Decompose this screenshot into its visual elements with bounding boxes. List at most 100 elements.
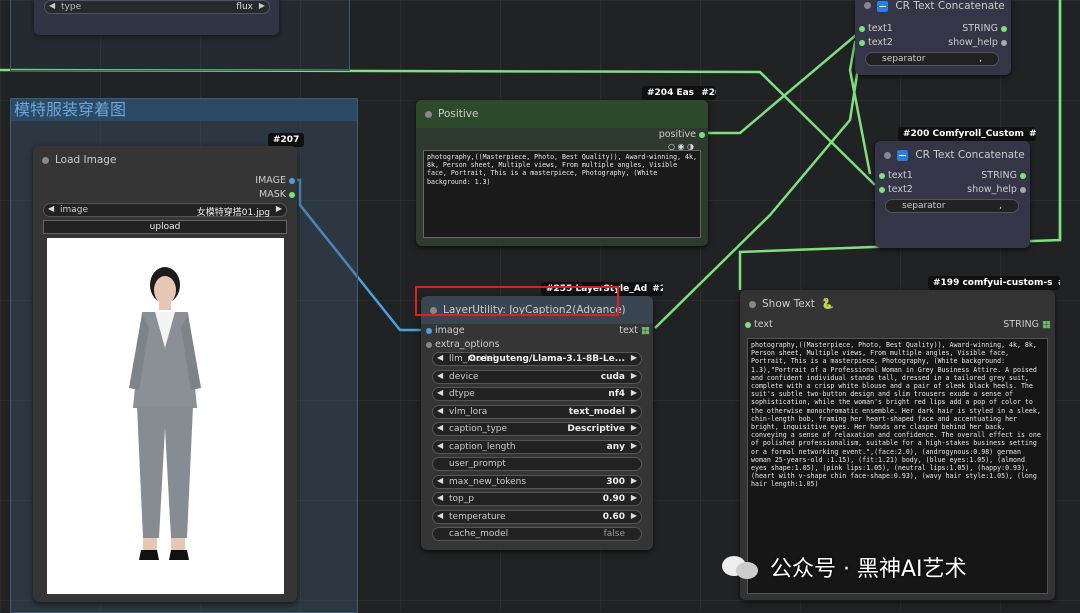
collapse-dot-icon[interactable] <box>749 301 756 308</box>
cr-text-concatenate-top[interactable]: CR Text Concatenate text1 text2 STRING s… <box>855 0 1011 75</box>
widget-label: cache_model <box>449 529 509 539</box>
node-title-bar[interactable]: Positive <box>416 100 708 128</box>
image-select[interactable]: ◀ image 女模特穿搭01.jpg ▶ <box>43 203 287 218</box>
grid-pin-icon[interactable]: ▦ <box>1042 319 1051 330</box>
output-pin-icon[interactable] <box>289 177 295 184</box>
widget-caption-type[interactable]: ◀ caption_type Descriptive ▶ <box>432 422 642 436</box>
widget-value: false <box>603 529 625 539</box>
arrow-left-icon[interactable]: ◀ <box>437 406 443 415</box>
output-pin-icon[interactable] <box>1001 39 1007 46</box>
arrow-right-icon[interactable]: ▶ <box>631 406 637 415</box>
grid-pin-icon[interactable]: ▦ <box>641 325 650 336</box>
arrow-left-icon[interactable]: ◀ <box>437 493 443 502</box>
output-pin-icon[interactable] <box>1001 25 1007 32</box>
arrow-right-icon[interactable]: ▶ <box>631 353 637 362</box>
input-pin-icon[interactable] <box>859 25 865 32</box>
tag-text-2: #255 <box>652 284 663 294</box>
arrow-left-icon[interactable]: ◀ <box>437 371 443 380</box>
input-text[interactable]: text <box>745 319 773 330</box>
node-title-bar[interactable]: Show Text 🐍 <box>740 290 1055 318</box>
arrow-left-icon[interactable]: ◀ <box>437 511 443 520</box>
output-pin-icon[interactable] <box>1020 172 1026 179</box>
input-pin-icon[interactable] <box>426 327 432 334</box>
output-string[interactable]: STRING <box>962 23 1007 34</box>
arrow-right-icon[interactable]: ▶ <box>631 371 637 380</box>
load-image-node[interactable]: Load Image IMAGE MASK ◀ image 女模特穿搭01.jp… <box>33 146 297 602</box>
input-text1[interactable]: text1 <box>859 23 893 34</box>
input-pin-icon[interactable] <box>879 172 885 179</box>
arrow-left-icon[interactable]: ◀ <box>437 441 443 450</box>
node-title-bar[interactable]: CR Text Concatenate <box>855 0 1011 17</box>
widget-label: image <box>60 205 89 215</box>
arrow-right-icon[interactable]: ▶ <box>631 476 637 485</box>
arrow-right-icon[interactable]: ▶ <box>276 204 282 213</box>
widget-value: Orenguteng/Llama-3.1-8B-Le... <box>468 354 625 364</box>
widget-value: , <box>979 54 982 64</box>
widget-device[interactable]: ◀ device cuda ▶ <box>432 369 642 384</box>
input-pin-icon[interactable] <box>745 321 751 328</box>
arrow-left-icon[interactable]: ◀ <box>437 388 443 397</box>
collapse-dot-icon[interactable] <box>884 152 891 159</box>
output-string[interactable]: STRING <box>981 170 1026 181</box>
collapse-dot-icon[interactable] <box>864 2 871 9</box>
arrow-left-icon[interactable]: ◀ <box>437 353 443 362</box>
widget-max-new-tokens[interactable]: ◀ max_new_tokens 300 ▶ <box>432 474 642 489</box>
arrow-right-icon[interactable]: ▶ <box>631 511 637 520</box>
node-title: Show Text <box>762 298 815 310</box>
node-title: CR Text Concatenate <box>915 149 1025 161</box>
cr-text-concatenate-mid[interactable]: CR Text Concatenate text1 text2 STRING s… <box>875 141 1030 248</box>
output-show-help[interactable]: show_help <box>948 37 1007 48</box>
arrow-left-icon[interactable]: ◀ <box>48 204 54 213</box>
positive-node[interactable]: Positive positive ○ ◉ ◑ photography,((Ma… <box>416 100 708 246</box>
widget-cache-model[interactable]: cache_model false <box>432 527 642 541</box>
input-pin-icon[interactable] <box>879 186 885 193</box>
node-title-bar[interactable]: Load Image <box>33 146 297 174</box>
output-positive[interactable]: positive <box>659 129 705 140</box>
input-pin-icon[interactable] <box>426 341 432 348</box>
input-pin-icon[interactable] <box>859 39 865 46</box>
input-text1[interactable]: text1 <box>879 170 913 181</box>
joycaption-node[interactable]: LayerUtility: JoyCaption2(Advance) image… <box>421 296 653 550</box>
input-text2[interactable]: text2 <box>859 37 893 48</box>
widget-value: Descriptive <box>567 424 625 434</box>
widget-top-p[interactable]: ◀ top_p 0.90 ▶ <box>432 492 642 506</box>
watermark-text: 公众号 · 黑神AI艺术 <box>770 557 967 582</box>
widget-vlm-lora[interactable]: ◀ vlm_lora text_model ▶ <box>432 404 642 419</box>
node-title-bar[interactable]: CR Text Concatenate <box>875 141 1030 169</box>
widget-value: 0.90 <box>602 494 625 504</box>
slot-label: show_help <box>948 37 998 48</box>
widget-llm-model[interactable]: ◀ llm_model Orenguteng/Llama-3.1-8B-Le... ▶ <box>432 352 642 366</box>
output-pin-icon[interactable] <box>699 131 705 138</box>
widget-dtype[interactable]: ◀ dtype nf4 ▶ <box>432 387 642 401</box>
arrow-right-icon[interactable]: ▶ <box>631 441 637 450</box>
widget-caption-length[interactable]: ◀ caption_length any ▶ <box>432 439 642 454</box>
upload-button[interactable]: upload <box>43 220 287 234</box>
input-extra-options[interactable]: extra_options <box>426 339 500 350</box>
arrow-left-icon[interactable]: ◀ <box>437 476 443 485</box>
separator-field[interactable]: separator , <box>865 52 999 66</box>
output-string[interactable]: STRING ▦ <box>1003 319 1051 330</box>
output-mask[interactable]: MASK <box>259 189 295 200</box>
collapse-dot-icon[interactable] <box>42 157 49 164</box>
input-text2[interactable]: text2 <box>879 184 913 195</box>
slot-label: text <box>619 325 638 336</box>
highlight-box <box>415 286 619 316</box>
separator-field[interactable]: separator , <box>885 199 1019 213</box>
output-text[interactable]: text ▦ <box>619 325 650 336</box>
widget-user-prompt[interactable]: user_prompt <box>432 457 642 471</box>
widget-temperature[interactable]: ◀ temperature 0.60 ▶ <box>432 509 642 524</box>
arrow-right-icon[interactable]: ▶ <box>631 493 637 502</box>
snake-icon: 🐍 <box>821 298 835 310</box>
collapse-dot-icon[interactable] <box>425 111 432 118</box>
widget-label: top_p <box>449 494 474 504</box>
output-pin-icon[interactable] <box>1020 186 1026 193</box>
output-pin-icon[interactable] <box>289 191 295 198</box>
arrow-right-icon[interactable]: ▶ <box>631 388 637 397</box>
arrow-left-icon[interactable]: ◀ <box>437 423 443 432</box>
positive-text-area[interactable]: photography,((Masterpiece, Photo, Best Q… <box>423 150 701 238</box>
input-image[interactable]: image <box>426 325 465 336</box>
arrow-right-icon[interactable]: ▶ <box>631 423 637 432</box>
output-image[interactable]: IMAGE <box>255 175 295 186</box>
output-show-help[interactable]: show_help <box>967 184 1026 195</box>
cr-icon <box>897 149 908 161</box>
